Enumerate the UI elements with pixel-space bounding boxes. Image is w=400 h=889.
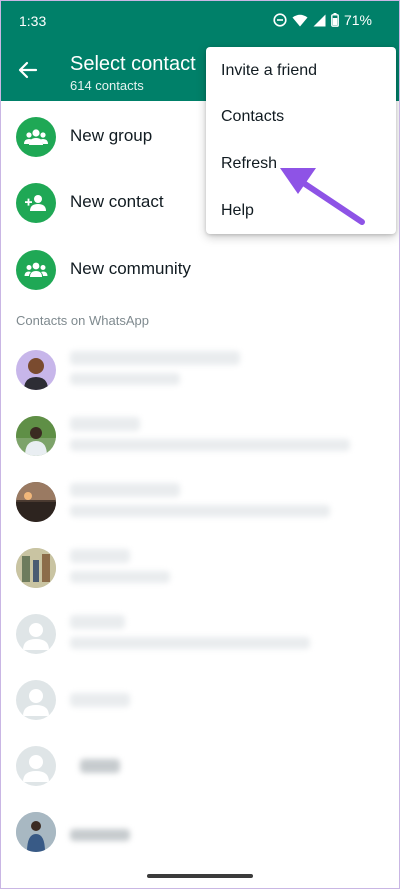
blurred-contact-status [70,373,180,385]
default-avatar-icon [16,680,56,720]
contact-row[interactable] [0,667,400,733]
page-title: Select contact [70,53,196,75]
new-group-label: New group [70,126,153,145]
contact-row[interactable] [0,535,400,601]
back-arrow-icon[interactable] [14,56,42,84]
contact-row[interactable] [0,403,400,469]
blurred-contact-name [70,417,140,431]
do-not-disturb-icon [273,13,287,27]
contact-avatar [16,548,56,588]
contact-row[interactable] [0,469,400,535]
battery-icon [331,13,339,27]
blurred-contact-name [70,483,180,497]
contact-row[interactable] [0,337,400,403]
blurred-contact-status [70,571,170,583]
gesture-nav-handle[interactable] [147,874,253,878]
wifi-icon [292,14,308,27]
blurred-contact-name [70,693,130,707]
status-bar: 1:33 71% [0,0,400,44]
default-avatar-icon [16,614,56,654]
blurred-contact-status [70,637,310,649]
contact-row[interactable] [0,733,400,799]
new-contact-label: New contact [70,192,164,211]
group-icon [16,117,56,157]
community-icon [16,250,56,290]
contact-avatar [16,350,56,390]
contact-row[interactable] [0,799,400,865]
blurred-contact-status [70,439,350,451]
contact-avatar [16,812,56,852]
new-community-label: New community [70,259,191,278]
annotation-arrow-icon [280,168,365,225]
contact-avatar [16,482,56,522]
contact-avatar [16,416,56,456]
battery-percent: 71% [343,12,372,28]
blurred-contact-name [70,549,130,563]
contact-row[interactable] [0,601,400,667]
blurred-contact-status [70,505,330,517]
status-time: 1:33 [19,13,47,29]
blurred-contact-name [70,351,240,365]
add-contact-icon [16,183,56,223]
blurred-contact-name [70,829,130,841]
blurred-contact-name [80,759,120,773]
status-icons: 71% [273,12,372,28]
contact-count: 614 contacts [70,78,144,93]
signal-icon [313,14,326,27]
new-community-row[interactable]: New community [0,240,400,300]
menu-item-contacts[interactable]: Contacts [206,94,396,140]
default-avatar-icon [16,746,56,786]
section-header: Contacts on WhatsApp [16,313,149,328]
menu-item-invite-friend[interactable]: Invite a friend [206,48,396,94]
blurred-contact-name [70,615,125,629]
